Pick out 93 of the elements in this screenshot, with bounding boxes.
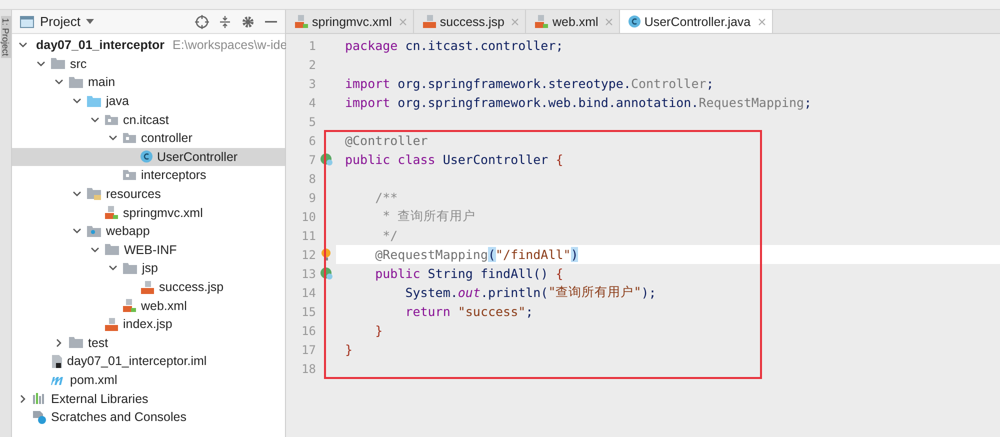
- code-line: }: [374, 322, 384, 340]
- file-icon: [50, 354, 63, 369]
- tree-item[interactable]: jsp: [12, 259, 285, 278]
- line-number: 8: [308, 172, 316, 186]
- code-line: package cn.itcast.controller;: [344, 37, 564, 55]
- web-folder-icon: [86, 224, 102, 238]
- class-icon: [628, 15, 642, 28]
- package-icon: [104, 114, 119, 126]
- dropdown-icon[interactable]: [86, 18, 94, 24]
- tree-item[interactable]: interceptors: [12, 166, 285, 185]
- line-number: 13: [300, 266, 316, 280]
- settings-icon[interactable]: [241, 14, 255, 28]
- jsp-file-icon: [140, 280, 155, 295]
- tree-item[interactable]: src: [12, 54, 285, 74]
- code-line: /**: [374, 189, 399, 207]
- tree-item[interactable]: controller: [12, 128, 285, 148]
- xml-file-icon: [122, 298, 137, 314]
- code-line: public class UserController {: [344, 151, 564, 169]
- code-line: * 查询所有用户: [382, 207, 477, 225]
- chevron-down-icon[interactable]: [90, 114, 100, 125]
- tree-item[interactable]: day07_01_interceptor E:\workspaces\w-ide: [12, 36, 285, 55]
- tree-item[interactable]: java: [12, 92, 285, 110]
- resources-folder-icon: [86, 187, 102, 202]
- class-icon: [140, 150, 153, 164]
- chevron-down-icon[interactable]: [90, 244, 100, 255]
- tree-item[interactable]: UserController: [12, 148, 285, 166]
- code-line: import org.springframework.stereotype.Controller;: [344, 75, 715, 93]
- tree-item[interactable]: webapp: [12, 222, 285, 241]
- tree-item[interactable]: springmvc.xml: [12, 203, 285, 222]
- xml-file-icon: [104, 205, 119, 220]
- code-line: }: [344, 341, 354, 359]
- line-number: 4: [308, 96, 316, 110]
- libraries-icon: [32, 392, 47, 406]
- chevron-right-icon[interactable]: [18, 394, 28, 404]
- collapse-icon[interactable]: [219, 14, 231, 28]
- code-line: return "success";: [404, 303, 534, 321]
- bean-icon[interactable]: [320, 153, 332, 166]
- line-number: 10: [300, 210, 316, 224]
- line-number: 2: [308, 58, 316, 72]
- tree-item[interactable]: test: [12, 334, 285, 352]
- chevron-right-icon[interactable]: [54, 338, 64, 348]
- jsp-file-icon: [422, 14, 437, 29]
- folder-icon: [68, 76, 84, 89]
- line-number: 6: [308, 134, 316, 148]
- code-line: System.out.println("查询所有用户");: [404, 283, 658, 302]
- folder-icon: [50, 57, 66, 70]
- line-number: 1: [308, 38, 316, 52]
- line-number: 17: [300, 342, 316, 356]
- panel-title[interactable]: Project: [40, 14, 80, 29]
- window-icon: [20, 16, 34, 28]
- folder-icon: [68, 336, 84, 350]
- folder-icon: [122, 262, 138, 275]
- tree-item[interactable]: main: [12, 73, 285, 92]
- code-line: */: [382, 227, 399, 245]
- tree-item[interactable]: day07_01_interceptor.iml: [12, 352, 285, 371]
- tree-item[interactable]: Scratches and Consoles: [12, 408, 285, 426]
- tree-item[interactable]: External Libraries: [12, 389, 285, 408]
- tree-item[interactable]: WEB-INF: [12, 240, 285, 260]
- tree-item[interactable]: web.xml: [12, 296, 285, 315]
- tree-item[interactable]: resources: [12, 184, 285, 204]
- code-line: import org.springframework.web.bind.annotation.RequestMapping;: [344, 94, 813, 112]
- package-icon: [122, 169, 137, 182]
- bean-icon[interactable]: [320, 267, 332, 280]
- line-number: 5: [308, 114, 316, 128]
- package-icon: [122, 132, 137, 144]
- folder-icon: [104, 243, 120, 256]
- xml-file-icon: [534, 14, 550, 29]
- code-line: public String findAll() {: [374, 265, 564, 283]
- tree-item[interactable]: index.jsp: [12, 314, 285, 334]
- line-number: 11: [300, 228, 316, 242]
- minimize-icon[interactable]: [265, 20, 277, 24]
- chevron-down-icon[interactable]: [36, 58, 46, 69]
- editor-tab[interactable]: UserController.java: [620, 10, 773, 33]
- jsp-file-icon: [104, 316, 119, 332]
- tree-item[interactable]: cn.itcast: [12, 110, 285, 129]
- line-number: 18: [300, 362, 316, 376]
- tool-window-tab[interactable]: 1: Project: [0, 16, 10, 58]
- path-hint: E:\workspaces\w-ide: [172, 38, 288, 52]
- folder-icon: [86, 94, 102, 108]
- line-number: 7: [308, 152, 316, 166]
- line-number: 12: [300, 248, 316, 262]
- line-number: 3: [308, 76, 316, 90]
- line-number: 14: [300, 286, 316, 300]
- line-number: 15: [300, 304, 316, 318]
- code-line: @Controller: [344, 132, 429, 150]
- tree-item[interactable]: pom.xml: [12, 370, 285, 390]
- scratches-icon: [32, 410, 47, 425]
- locate-icon[interactable]: [195, 14, 209, 28]
- lightbulb-icon[interactable]: [321, 248, 331, 261]
- line-number: 9: [308, 190, 316, 204]
- line-number: 16: [300, 324, 316, 338]
- xml-file-icon: [294, 14, 309, 29]
- tree-item[interactable]: success.jsp: [12, 278, 285, 296]
